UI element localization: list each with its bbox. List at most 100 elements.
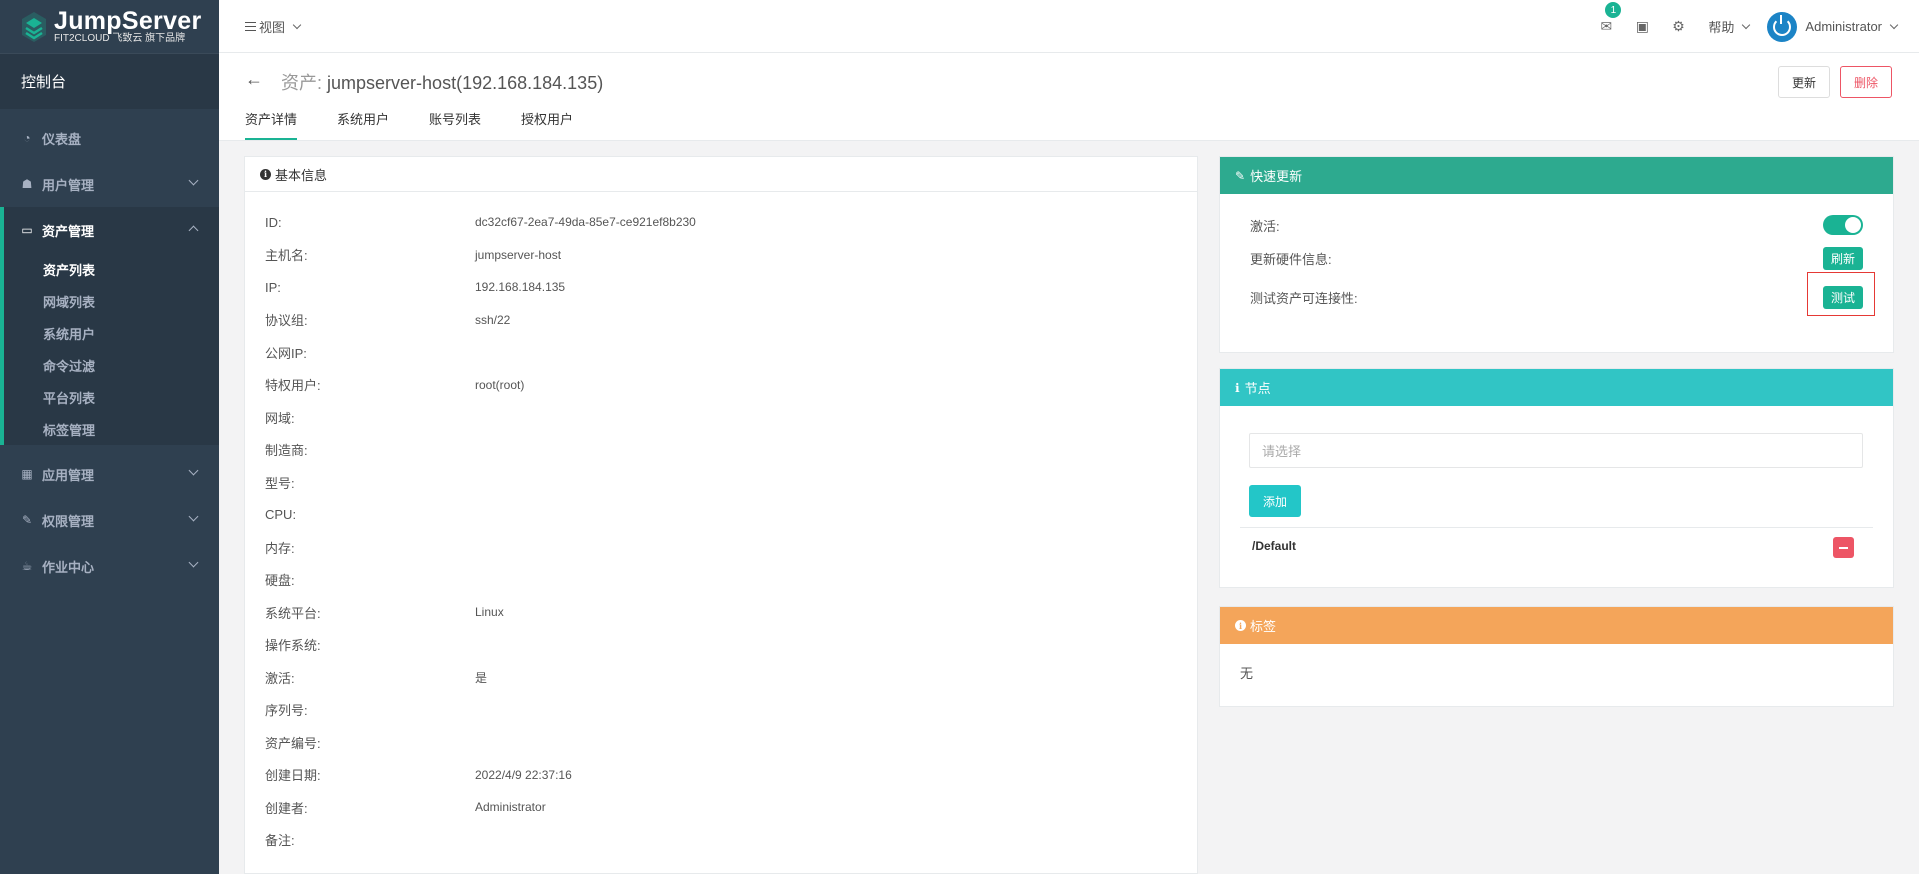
view-dropdown[interactable]: 视图 — [245, 17, 302, 36]
active-label: 激活: — [1250, 218, 1280, 234]
submenu-domain-list[interactable]: 网域列表 — [4, 285, 219, 317]
tags-header: i 标签 — [1220, 607, 1893, 644]
sidebar-item-assets[interactable]: ▭ 资产管理 — [4, 207, 219, 253]
info-key: CPU: — [265, 507, 297, 523]
info-key: 内存: — [265, 540, 295, 556]
info-key: 制造商: — [265, 443, 308, 459]
asset-name: jumpserver-host(192.168.184.135) — [327, 73, 604, 93]
info-value: Administrator — [475, 800, 546, 815]
info-value: 192.168.184.135 — [475, 280, 566, 295]
info-key: 主机名: — [265, 248, 308, 264]
sidebar-item-permissions[interactable]: ✎ 权限管理 — [0, 497, 219, 543]
tags-title: 标签 — [1250, 619, 1277, 634]
info-value: dc32cf67-2ea7-49da-85e7-ce921ef8b230 — [475, 215, 696, 230]
info-key: 资产编号: — [265, 735, 321, 751]
info-key: 硬盘: — [265, 573, 295, 589]
info-key: 协议组: — [265, 313, 308, 329]
connectivity-row: 测试资产可连接性: 测试 — [1220, 272, 1893, 316]
sidebar-item-label: 用户管理 — [42, 177, 95, 193]
avatar — [1767, 11, 1798, 42]
submenu-label-management[interactable]: 标签管理 — [4, 413, 219, 445]
sidebar-item-label: 仪表盘 — [42, 131, 82, 147]
dashboard-icon: ◔ — [23, 131, 31, 145]
info-row: 备注: — [245, 824, 1197, 857]
nodes-panel: ℹ 节点 请选择 添加 /Default — [1219, 368, 1894, 588]
update-button[interactable]: 更新 — [1777, 66, 1830, 98]
info-row: 内存: — [245, 531, 1197, 564]
tab-asset-detail[interactable]: 资产详情 — [245, 109, 298, 140]
sidebar-item-jobs[interactable]: ☕ 作业中心 — [0, 543, 219, 589]
users-icon: ☗ — [21, 177, 33, 191]
sidebar-item-dashboard[interactable]: ◔ 仪表盘 — [0, 115, 219, 161]
info-row: 操作系统: — [245, 629, 1197, 662]
sidebar-item-applications[interactable]: ▦ 应用管理 — [0, 451, 219, 497]
info-circle-icon: i — [260, 168, 271, 180]
quick-update-header: ✎ 快速更新 — [1220, 157, 1893, 194]
node-row: /Default — [1240, 527, 1873, 563]
node-path: /Default — [1252, 538, 1297, 553]
brand-title: JumpServer — [54, 6, 202, 35]
gear-icon: ⚙ — [1672, 18, 1685, 34]
user-dropdown[interactable]: Administrator — [1767, 11, 1899, 42]
settings-button[interactable]: ⚙ — [1660, 0, 1696, 53]
add-node-button[interactable]: 添加 — [1249, 485, 1302, 517]
coffee-icon: ☕ — [21, 559, 33, 573]
tab-account-list[interactable]: 账号列表 — [429, 109, 481, 140]
info-row: 资产编号: — [245, 726, 1197, 759]
info-row: 序列号: — [245, 694, 1197, 727]
remove-node-button[interactable] — [1833, 537, 1854, 558]
node-select[interactable]: 请选择 — [1249, 433, 1863, 468]
messages-button[interactable]: ✉ 1 — [1588, 0, 1624, 53]
basic-info-panel: i 基本信息 ID: dc32cf67-2ea7-49da-85e7-ce921e… — [244, 156, 1198, 874]
active-toggle[interactable] — [1823, 215, 1863, 235]
chevron-up-icon — [188, 225, 199, 236]
delete-button[interactable]: 删除 — [1839, 66, 1892, 98]
basic-info-title: 基本信息 — [275, 167, 328, 183]
tab-system-users[interactable]: 系统用户 — [337, 109, 389, 140]
info-key: 激活: — [265, 670, 295, 686]
sidebar-item-label: 作业中心 — [42, 559, 95, 575]
help-dropdown[interactable]: 帮助 — [1708, 17, 1751, 36]
chevron-down-icon — [292, 20, 302, 29]
sidebar-item-label: 权限管理 — [42, 513, 95, 529]
page-title: 资产: jumpserver-host(192.168.184.135) — [281, 69, 603, 95]
brand-subtitle: FIT2CLOUD 飞致云 旗下品牌 — [54, 32, 186, 44]
info-circle-icon: i — [1235, 620, 1246, 631]
info-value: root(root) — [475, 377, 525, 392]
info-row: 特权用户: root(root) — [245, 369, 1197, 402]
web-terminal-button[interactable]: ▣ — [1624, 0, 1660, 53]
refresh-hardware-button[interactable]: 刷新 — [1822, 246, 1863, 270]
inbox-icon: ▭ — [21, 223, 33, 237]
chevron-down-icon — [188, 511, 199, 522]
grid-icon: ▦ — [21, 467, 33, 481]
info-key: 创建者: — [265, 800, 308, 816]
test-connectivity-button[interactable]: 测试 — [1822, 285, 1863, 309]
submenu-system-user[interactable]: 系统用户 — [4, 317, 219, 349]
info-row: 主机名: jumpserver-host — [245, 239, 1197, 272]
console-switch[interactable]: 控制台 — [0, 53, 219, 109]
title-prefix: 资产: — [281, 73, 323, 93]
brand-logo[interactable]: JumpServer FIT2CLOUD 飞致云 旗下品牌 — [0, 0, 219, 53]
sidebar-item-users[interactable]: ☗ 用户管理 — [0, 161, 219, 207]
submenu-platform-list[interactable]: 平台列表 — [4, 381, 219, 413]
info-key: 网域: — [265, 410, 295, 426]
info-key: 公网IP: — [265, 345, 307, 361]
back-arrow-icon[interactable]: ← — [245, 69, 263, 90]
info-row: 创建日期: 2022/4/9 22:37:16 — [245, 759, 1197, 792]
info-value: ssh/22 — [475, 312, 511, 327]
chevron-down-icon — [188, 175, 199, 186]
quick-update-panel: ✎ 快速更新 激活: 更新硬件信息: 刷新 测试资产可连接性: 测试 — [1219, 156, 1894, 353]
info-value: Linux — [475, 605, 504, 620]
tab-authorized-users[interactable]: 授权用户 — [521, 109, 573, 140]
basic-info-list: ID: dc32cf67-2ea7-49da-85e7-ce921ef8b230 主… — [245, 192, 1197, 856]
submenu-command-filter[interactable]: 命令过滤 — [4, 349, 219, 381]
tags-empty: 无 — [1240, 666, 1254, 681]
info-row: 激活: 是 — [245, 661, 1197, 694]
tab-bar: 资产详情 系统用户 账号列表 授权用户 — [245, 109, 613, 140]
info-key: 操作系统: — [265, 638, 321, 654]
info-row: 硬盘: — [245, 564, 1197, 597]
nodes-header: ℹ 节点 — [1220, 369, 1893, 406]
menu-bars-icon — [245, 22, 256, 31]
chevron-down-icon — [1742, 20, 1751, 29]
submenu-asset-list[interactable]: 资产列表 — [4, 253, 219, 285]
